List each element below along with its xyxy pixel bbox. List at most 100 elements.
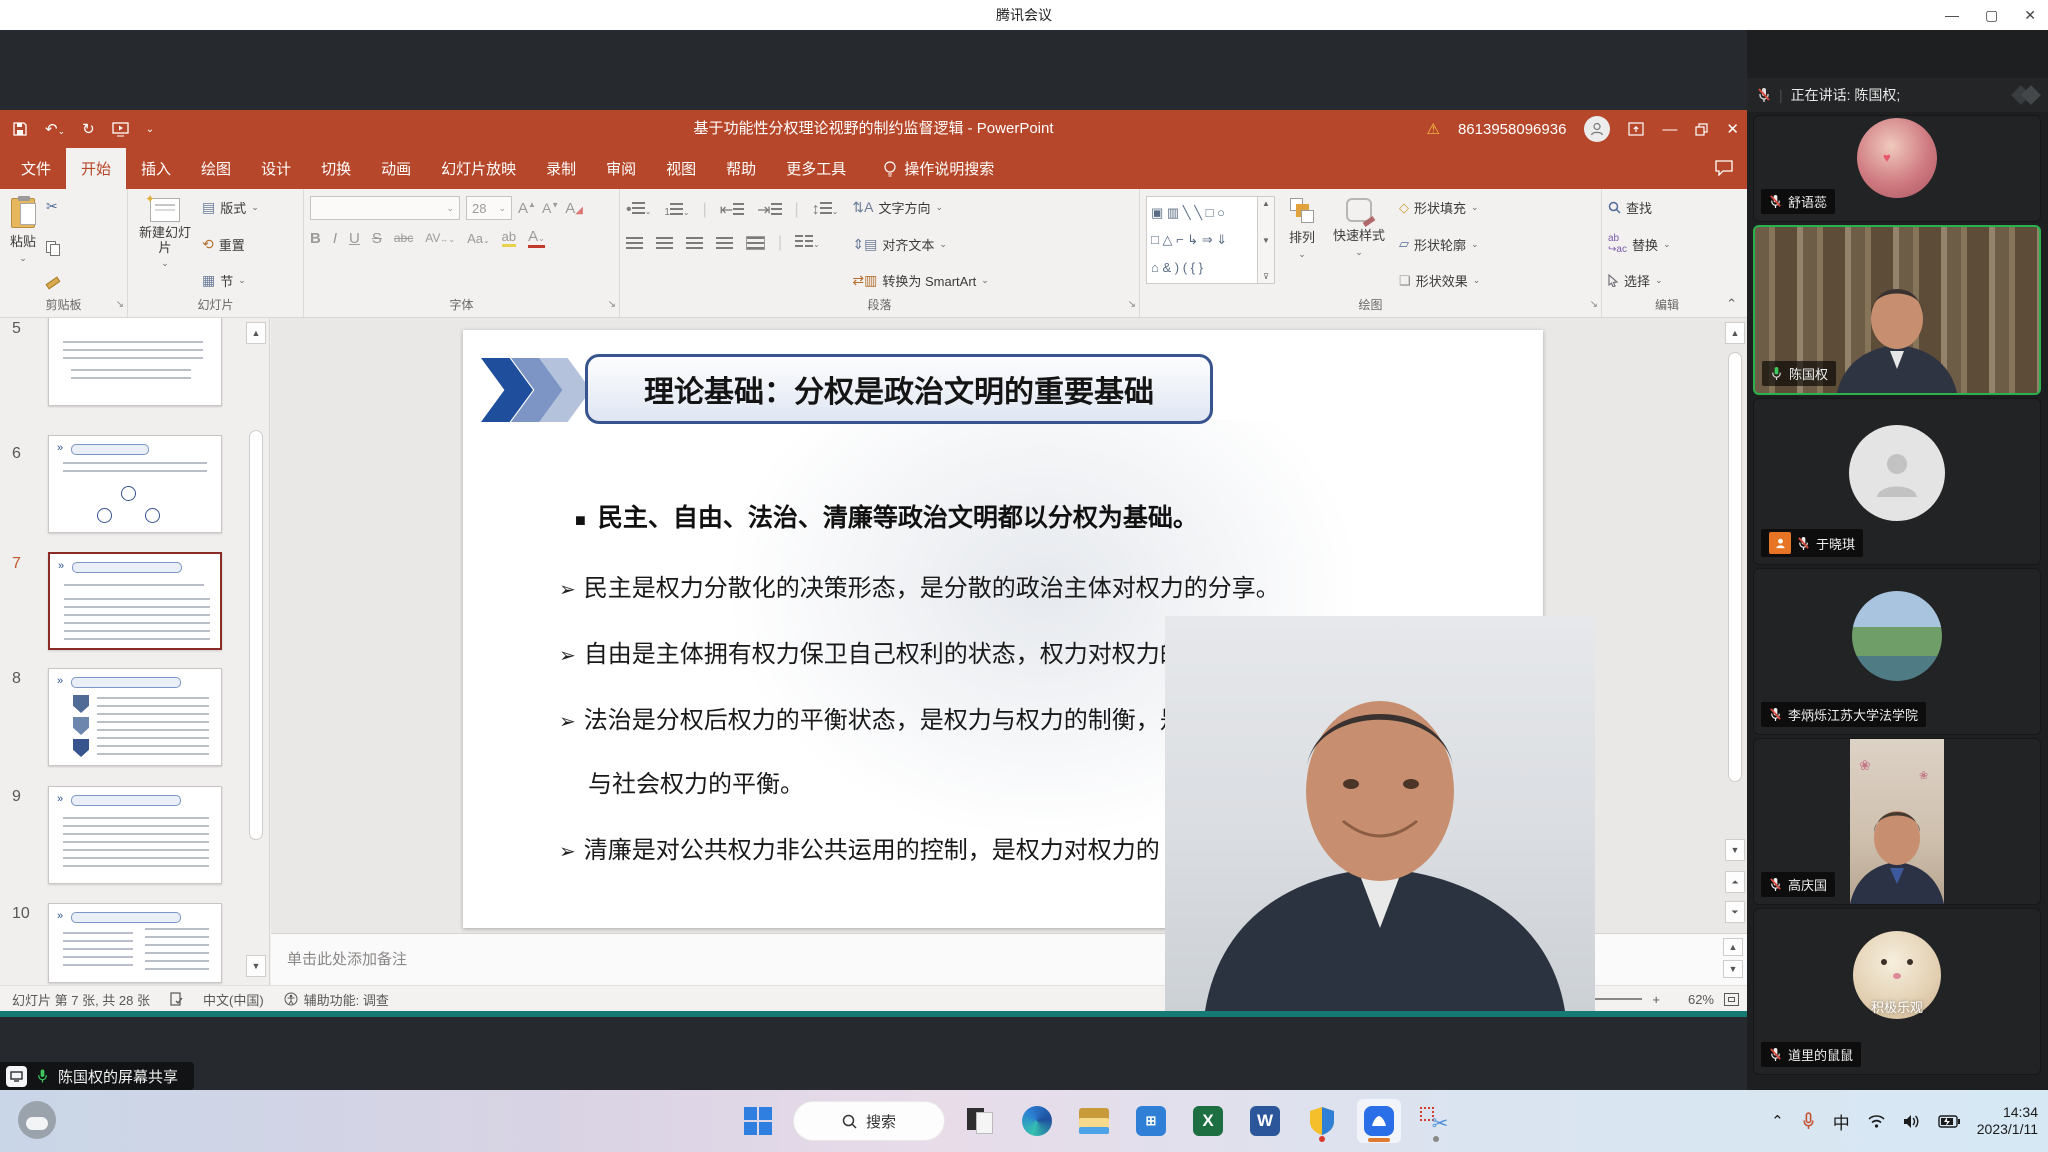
- new-slide-dropdown-icon[interactable]: ⌄: [161, 258, 169, 269]
- previous-slide-icon[interactable]: ⏶: [1725, 871, 1745, 893]
- close-icon[interactable]: ✕: [2024, 7, 2036, 24]
- select-button[interactable]: 选择⌄: [1608, 271, 1663, 290]
- word-icon[interactable]: W: [1243, 1099, 1287, 1143]
- canvas-scroll-up-icon[interactable]: ▲: [1725, 322, 1745, 344]
- clear-format-icon[interactable]: A◢: [565, 200, 583, 217]
- align-text-button[interactable]: ⇕▤对齐文本⌄: [852, 235, 947, 254]
- shape-gallery-scroll[interactable]: ▲▼⊽: [1258, 196, 1275, 284]
- distribute-icon[interactable]: [746, 236, 765, 250]
- tray-mic-icon[interactable]: [1801, 1112, 1816, 1130]
- change-case-button[interactable]: Aa⌄: [467, 231, 490, 246]
- snipping-tool-icon[interactable]: ✂: [1414, 1099, 1458, 1143]
- canvas-scrollbar[interactable]: ▲ ▼ ⏶ ⏷: [1725, 322, 1745, 929]
- ppt-minimize-icon[interactable]: —: [1662, 121, 1677, 138]
- participant-tile[interactable]: 李炳烁江苏大学法学院: [1753, 568, 2041, 735]
- font-color-button[interactable]: A⌄: [528, 228, 545, 248]
- drawing-dialog-launcher[interactable]: ↘: [1590, 299, 1598, 310]
- spellcheck-icon[interactable]: [170, 992, 183, 1007]
- task-view-button[interactable]: [958, 1099, 1002, 1143]
- find-button[interactable]: 查找: [1608, 198, 1652, 217]
- numbering-icon[interactable]: 1⌄: [664, 203, 689, 218]
- slide-thumbnail-9[interactable]: »: [48, 786, 222, 884]
- tab-slideshow[interactable]: 幻灯片放映: [426, 148, 531, 189]
- thumb-scroll-down-icon[interactable]: ▼: [246, 955, 266, 977]
- maximize-icon[interactable]: ▢: [1985, 7, 1998, 24]
- arrange-button[interactable]: 排列 ⌄: [1285, 196, 1319, 262]
- quick-styles-button[interactable]: 快速样式 ⌄: [1329, 196, 1389, 260]
- reset-button[interactable]: ⟲重置: [202, 235, 259, 254]
- tab-file[interactable]: 文件: [6, 148, 66, 189]
- ribbon-display-icon[interactable]: [1628, 122, 1644, 136]
- notes-scroll-down-icon[interactable]: ▼: [1723, 960, 1743, 978]
- decrease-indent-icon[interactable]: ⇤: [720, 200, 744, 220]
- zoom-in-button[interactable]: +: [1652, 992, 1660, 1007]
- participant-tile[interactable]: 积极乐观 道里的鼠鼠: [1753, 908, 2041, 1075]
- shape-fill-button[interactable]: ◇形状填充⌄: [1399, 198, 1479, 217]
- tray-expand-icon[interactable]: ⌃: [1771, 1112, 1784, 1130]
- thumbnail-scrollbar[interactable]: ▲: [246, 322, 266, 344]
- slide-thumbnail-8[interactable]: »: [48, 668, 222, 766]
- align-left-icon[interactable]: [626, 237, 643, 249]
- canvas-scroll-thumb[interactable]: [1728, 352, 1742, 782]
- start-button[interactable]: [736, 1099, 780, 1143]
- bold-button[interactable]: B: [310, 230, 321, 247]
- slide-thumbnail-10[interactable]: »: [48, 903, 222, 983]
- tab-review[interactable]: 审阅: [591, 148, 651, 189]
- paragraph-dialog-launcher[interactable]: ↘: [1128, 299, 1136, 310]
- slide-thumbnail-7-current[interactable]: »: [48, 552, 222, 650]
- file-explorer-icon[interactable]: [1072, 1099, 1116, 1143]
- customize-qat-icon[interactable]: ⌄: [146, 124, 154, 135]
- tencent-meeting-icon-active[interactable]: [1357, 1099, 1401, 1143]
- char-spacing-button[interactable]: AV↔⌄: [425, 231, 455, 245]
- tell-me-search[interactable]: 操作说明搜索: [883, 148, 994, 189]
- bullets-icon[interactable]: •⌄: [626, 201, 651, 219]
- cut-icon[interactable]: ✂: [46, 198, 60, 215]
- line-spacing-icon[interactable]: ↕⌄: [812, 201, 839, 219]
- shrink-font-icon[interactable]: A▼: [542, 200, 559, 216]
- undo-icon[interactable]: ↶⌄: [45, 120, 65, 138]
- strikethrough-button[interactable]: S: [372, 230, 382, 247]
- underline-button[interactable]: U: [349, 230, 360, 247]
- shape-gallery[interactable]: ▣ ▥ ╲ ╲ □ ○ □ △ ⌐ ↳ ⇒ ⇓ ⌂ & ) ( { }: [1146, 196, 1258, 284]
- replace-button[interactable]: ab↪ac替换⌄: [1608, 233, 1671, 255]
- grow-font-icon[interactable]: A▲: [518, 200, 536, 217]
- battery-icon[interactable]: [1938, 1115, 1960, 1128]
- tray-clock[interactable]: 14:34 2023/1/11: [1977, 1104, 2038, 1138]
- tab-home[interactable]: 开始: [66, 148, 126, 189]
- notes-placeholder[interactable]: 单击此处添加备注: [287, 934, 407, 986]
- shape-effects-button[interactable]: ❏形状效果⌄: [1399, 271, 1480, 290]
- notes-scroll-up-icon[interactable]: ▲: [1723, 938, 1743, 956]
- next-slide-icon[interactable]: ⏷: [1725, 901, 1745, 923]
- account-avatar[interactable]: [1584, 116, 1610, 142]
- align-center-icon[interactable]: [656, 237, 673, 249]
- tab-record[interactable]: 录制: [531, 148, 591, 189]
- layout-button[interactable]: ▤版式⌄: [202, 198, 259, 217]
- ime-indicator[interactable]: 中: [1833, 1109, 1850, 1134]
- collapse-ribbon-icon[interactable]: ⌃: [1726, 296, 1737, 312]
- tab-more-tools[interactable]: 更多工具: [771, 148, 861, 189]
- font-size-combo[interactable]: 28⌄: [466, 196, 512, 220]
- tab-design[interactable]: 设计: [246, 148, 306, 189]
- copy-icon[interactable]: [46, 241, 60, 255]
- format-painter-icon[interactable]: [46, 277, 61, 290]
- new-slide-button[interactable]: ✦ 新建幻灯片 ⌄: [134, 196, 196, 271]
- canvas-scroll-down-icon[interactable]: ▼: [1725, 839, 1745, 861]
- volume-icon[interactable]: [1903, 1114, 1921, 1129]
- excel-icon[interactable]: X: [1186, 1099, 1230, 1143]
- comments-icon[interactable]: [1715, 160, 1733, 176]
- font-name-combo[interactable]: ⌄: [310, 196, 460, 220]
- thumb-scroll-thumb[interactable]: [249, 430, 263, 840]
- participant-tile-speaking[interactable]: 陈国权: [1753, 225, 2041, 395]
- section-button[interactable]: ▦节⌄: [202, 271, 259, 290]
- highlight-button[interactable]: ab: [502, 229, 516, 247]
- shape-outline-button[interactable]: ▱形状轮廓⌄: [1399, 235, 1479, 254]
- slide-thumbnail-5[interactable]: [48, 318, 222, 406]
- paste-button[interactable]: 粘贴 ⌄: [6, 196, 40, 266]
- warning-icon[interactable]: ⚠: [1427, 120, 1440, 138]
- wifi-icon[interactable]: [1867, 1114, 1886, 1129]
- slide-thumbnail-6[interactable]: »: [48, 435, 222, 533]
- minimize-icon[interactable]: —: [1945, 7, 1959, 23]
- tab-animations[interactable]: 动画: [366, 148, 426, 189]
- tab-help[interactable]: 帮助: [711, 148, 771, 189]
- columns-icon[interactable]: ⌄: [795, 234, 820, 252]
